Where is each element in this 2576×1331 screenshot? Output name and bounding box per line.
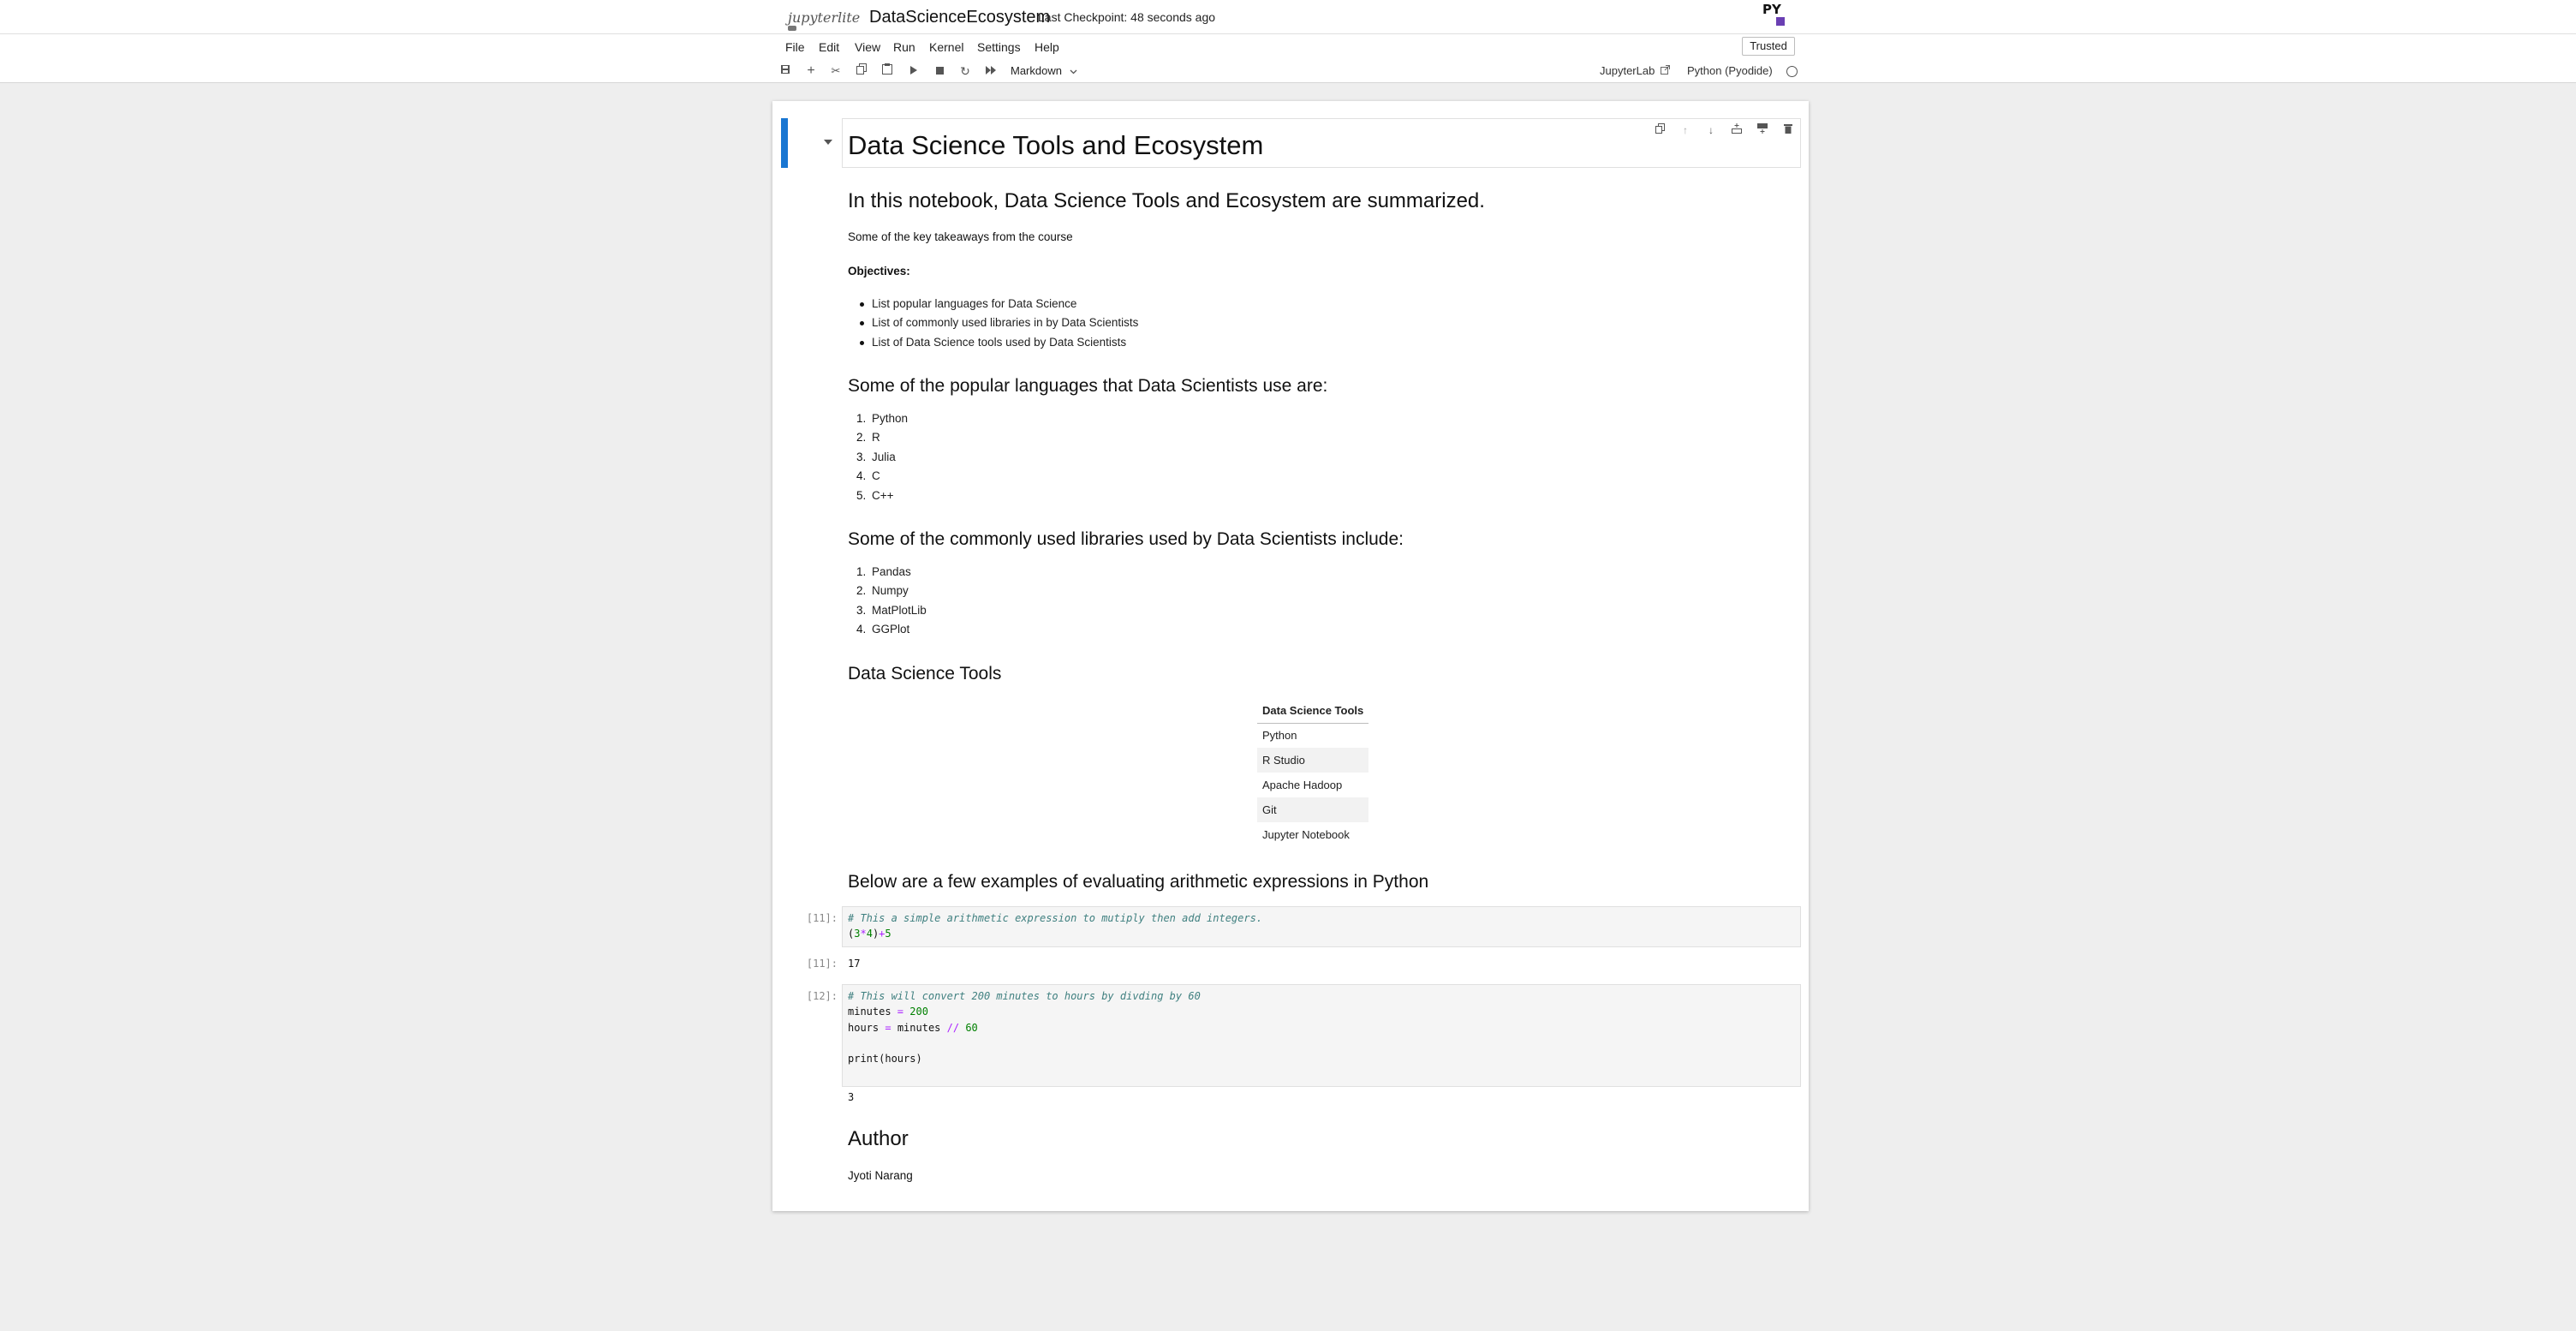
restart-icon[interactable]: ↻ [957, 63, 974, 80]
run-icon[interactable] [905, 63, 922, 80]
code-cell-2[interactable]: # This will convert 200 minutes to hours… [842, 984, 1801, 1087]
list-item-text: C++ [872, 488, 894, 502]
list-item: 2. R [856, 431, 880, 445]
kernel-name[interactable]: Python (Pyodide) [1687, 63, 1773, 80]
menu-file[interactable]: File [785, 39, 805, 56]
output-prompt: [11]: [806, 958, 838, 970]
input-prompt: [12]: [806, 990, 838, 1002]
checkpoint-status: Last Checkpoint: 48 seconds ago [1038, 10, 1216, 24]
table-cell: Apache Hadoop [1262, 779, 1343, 791]
list-item-text: MatPlotLib [872, 603, 927, 617]
list-item: 3. Julia [856, 450, 896, 463]
cell-type-select[interactable]: Markdown [1011, 63, 1077, 80]
copy-icon[interactable] [853, 63, 870, 80]
menu-edit[interactable]: Edit [819, 39, 839, 56]
list-item: 1. Python [856, 412, 909, 425]
stop-icon[interactable] [931, 63, 948, 80]
list-item: 1. Pandas [856, 565, 911, 578]
list-item: List popular languages for Data Science [860, 295, 1138, 313]
fast-forward-icon[interactable] [982, 63, 999, 80]
input-prompt: [11]: [806, 912, 838, 924]
notebook-title-heading: Data Science Tools and Ecosystem [848, 130, 1264, 160]
insert-below-icon[interactable] [1756, 123, 1769, 137]
list-item-text: Pandas [872, 565, 911, 578]
list-item: 4. C [856, 469, 880, 483]
paste-icon[interactable] [879, 63, 896, 80]
active-cell-indicator [781, 118, 788, 168]
jupyterlab-link-label: JupyterLab [1600, 64, 1655, 77]
code-cell-1[interactable]: # This a simple arithmetic expression to… [842, 906, 1801, 947]
table-row: Apache Hadoop [1257, 773, 1368, 797]
list-item: 2. Numpy [856, 584, 909, 598]
add-icon[interactable]: + [802, 63, 820, 80]
notebook-toolbar: + ✂ ↻ Markdown JupyterLab Python (Pyodid… [0, 59, 2576, 83]
list-item: 4. GGPlot [856, 623, 910, 636]
table-header: Data Science Tools [1257, 699, 1369, 724]
duplicate-icon[interactable] [1653, 123, 1667, 137]
tools-heading: Data Science Tools [848, 664, 1002, 683]
move-up-icon[interactable]: ↑ [1679, 123, 1692, 137]
libraries-heading: Some of the commonly used libraries used… [848, 529, 1404, 549]
table-cell: R Studio [1257, 748, 1369, 773]
menu-settings[interactable]: Settings [977, 39, 1021, 56]
list-item: List of commonly used libraries in by Da… [860, 313, 1138, 332]
menu-bar: File Edit View Run Kernel Settings Help [0, 34, 2576, 59]
objectives-list: List popular languages for Data Science … [860, 295, 1138, 352]
notebook-title[interactable]: DataScienceEcosystem [869, 5, 1050, 29]
kernel-logo-square [1776, 17, 1785, 26]
table-row: Git [1257, 797, 1369, 822]
languages-list: 1. Python 2. R 3. Julia 4. C 5. C++ [856, 409, 908, 505]
tools-table: Data Science Tools Python R Studio Apach… [1257, 699, 1369, 847]
author-name: Jyoti Narang [848, 1169, 913, 1182]
table-row: Jupyter Notebook [1257, 822, 1368, 847]
cut-icon[interactable]: ✂ [827, 63, 844, 80]
table-cell: Git [1257, 797, 1369, 822]
table-row: Python [1257, 723, 1368, 748]
objectives-label: Objectives: [848, 265, 910, 278]
menu-view[interactable]: View [855, 39, 880, 56]
list-item-text: Numpy [872, 584, 909, 598]
author-heading: Author [848, 1127, 909, 1150]
list-item-text: R [872, 431, 880, 445]
table-row: R Studio [1257, 748, 1369, 773]
kernel-status-icon [1786, 66, 1798, 77]
menu-kernel[interactable]: Kernel [929, 39, 963, 56]
menu-help[interactable]: Help [1035, 39, 1059, 56]
save-icon[interactable] [777, 63, 794, 80]
top-header: jupyterlite DataScienceEcosystem Last Ch… [0, 0, 2576, 34]
python-kernel-logo-icon: PY [1762, 3, 1786, 29]
logo-text: jupyterlite [788, 9, 861, 26]
table-cell: Python [1262, 729, 1297, 743]
code-comment: # This a simple arithmetic expression to… [848, 912, 1263, 924]
insert-above-icon[interactable] [1730, 123, 1744, 137]
intro-heading: In this notebook, Data Science Tools and… [848, 189, 1485, 212]
code-comment: # This will convert 200 minutes to hours… [848, 990, 1201, 1002]
cell-type-value: Markdown [1011, 64, 1062, 77]
menu-run[interactable]: Run [893, 39, 915, 56]
move-down-icon[interactable]: ↓ [1704, 123, 1718, 137]
code-output-2: 3 [848, 1091, 855, 1103]
libraries-list: 1. Pandas 2. Numpy 3. MatPlotLib 4. GGPlot [856, 563, 927, 640]
delete-icon[interactable] [1781, 123, 1795, 137]
list-item: 3. MatPlotLib [856, 603, 927, 617]
chevron-down-icon [1070, 69, 1077, 75]
list-item: 5. C++ [856, 488, 894, 502]
kernel-logo-text: PY [1762, 2, 1781, 17]
jupyterlab-link[interactable]: JupyterLab [1600, 63, 1670, 80]
collapse-caret-icon[interactable] [824, 140, 832, 145]
list-item-text: GGPlot [872, 623, 910, 636]
list-item-text: Python [872, 412, 909, 425]
list-item: List of Data Science tools used by Data … [860, 333, 1138, 352]
list-item-text: Julia [872, 450, 896, 463]
external-link-icon [1660, 65, 1670, 75]
table-cell: Jupyter Notebook [1262, 828, 1350, 841]
trusted-indicator[interactable]: Trusted [1742, 37, 1795, 56]
list-item-text: C [872, 469, 880, 483]
intro-text: Some of the key takeaways from the cours… [848, 230, 1073, 243]
code-output-1: 17 [848, 958, 861, 970]
languages-heading: Some of the popular languages that Data … [848, 376, 1328, 396]
arithmetic-heading: Below are a few examples of evaluating a… [848, 872, 1429, 892]
jupyterlite-logo[interactable]: jupyterlite [783, 3, 861, 31]
